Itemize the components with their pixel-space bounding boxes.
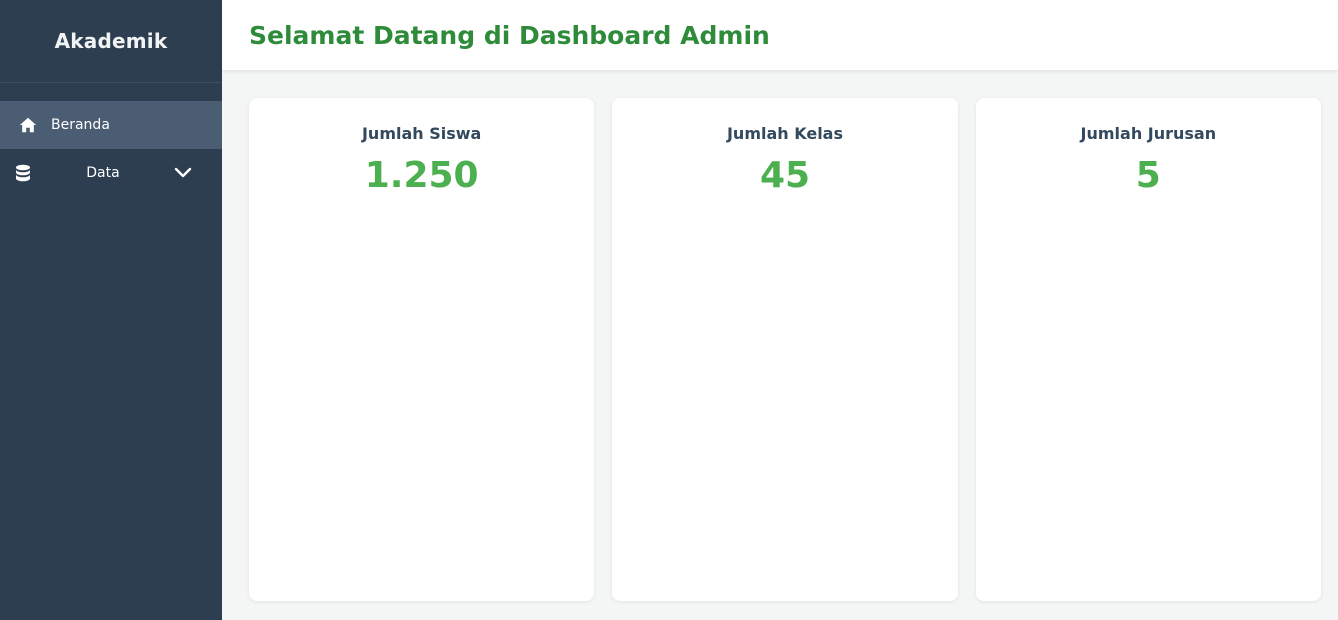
- page-title: Selamat Datang di Dashboard Admin: [249, 20, 770, 50]
- card-value: 5: [1135, 155, 1161, 196]
- sidebar-item-beranda[interactable]: Beranda: [0, 101, 222, 149]
- card-title: Jumlah Jurusan: [1080, 124, 1217, 143]
- stat-card-jurusan: Jumlah Jurusan 5: [975, 98, 1321, 601]
- card-value: 1.250: [364, 155, 479, 196]
- top-header: Selamat Datang di Dashboard Admin: [222, 0, 1338, 70]
- sidebar-item-label: Data: [86, 165, 120, 181]
- stat-card-kelas: Jumlah Kelas 45: [612, 98, 958, 601]
- sidebar: Akademik Beranda Data: [0, 0, 222, 620]
- main-content: Selamat Datang di Dashboard Admin Jumlah…: [222, 0, 1338, 620]
- sidebar-item-label: Beranda: [51, 117, 110, 133]
- database-icon: [14, 164, 32, 182]
- stats-cards: Jumlah Siswa 1.250 Jumlah Kelas 45 Jumla…: [222, 70, 1338, 620]
- card-value: 45: [759, 155, 811, 196]
- chevron-down-icon[interactable]: [174, 164, 192, 182]
- card-title: Jumlah Kelas: [726, 124, 843, 143]
- sidebar-nav: Beranda Data: [0, 83, 222, 197]
- brand-title: Akademik: [0, 0, 222, 83]
- card-title: Jumlah Siswa: [361, 124, 482, 143]
- home-icon: [19, 116, 37, 134]
- sidebar-item-data[interactable]: Data: [0, 149, 222, 197]
- app: Akademik Beranda Data Selamat Datang di …: [0, 0, 1338, 620]
- stat-card-siswa: Jumlah Siswa 1.250: [249, 98, 595, 601]
